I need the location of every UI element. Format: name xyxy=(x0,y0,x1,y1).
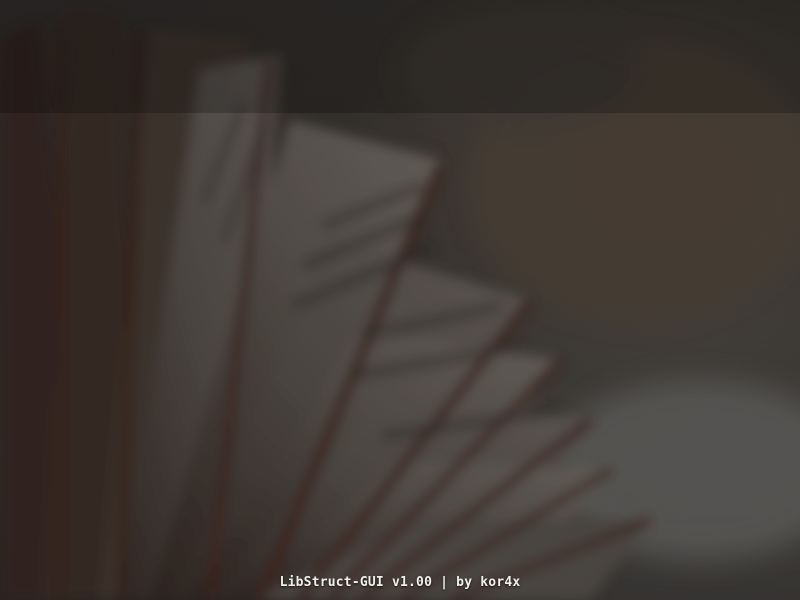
loading-screen: LibStruct-GUI v1.00 | by kor4x xyxy=(0,0,800,600)
credit-footer: LibStruct-GUI v1.00 | by kor4x xyxy=(279,575,521,590)
top-banner-overlay xyxy=(0,0,800,113)
